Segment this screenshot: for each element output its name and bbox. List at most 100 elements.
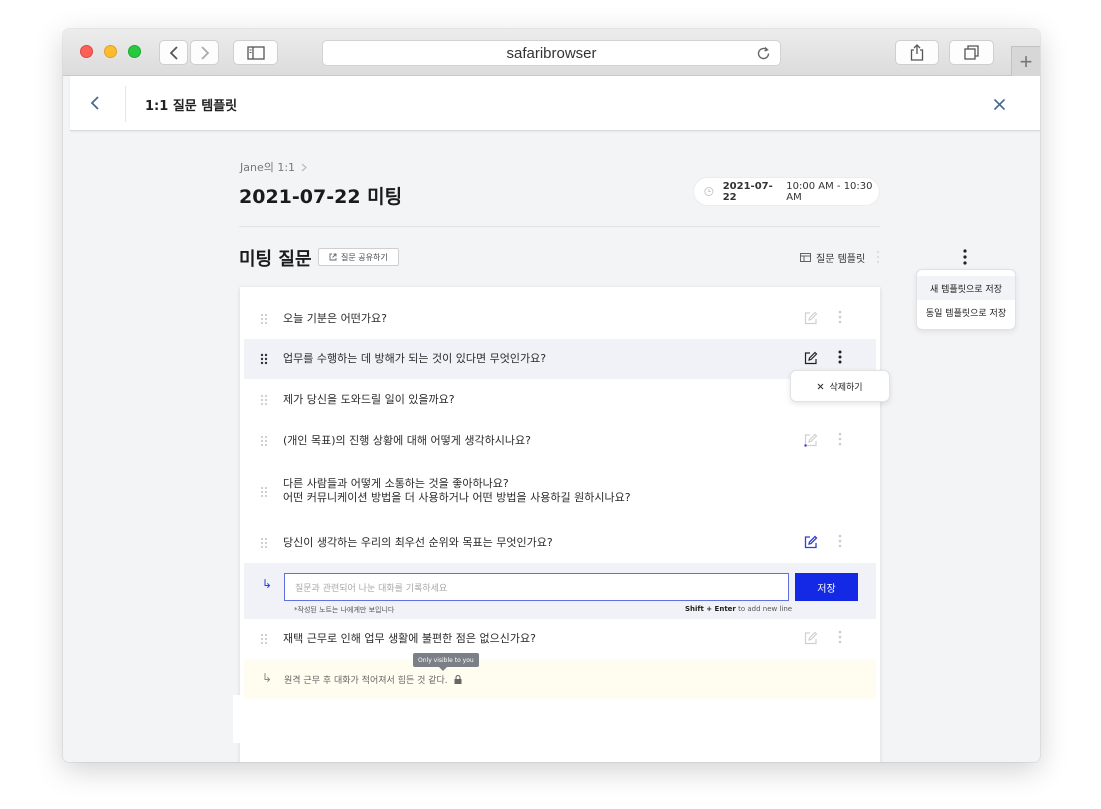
template-menu-more-button[interactable] xyxy=(963,248,967,270)
delete-question-label: 삭제하기 xyxy=(829,380,862,393)
save-to-same-template-item[interactable]: 동일 템플릿으로 저장 xyxy=(917,300,1015,324)
meeting-time-pill[interactable]: 2021-07-22 10:00 AM - 10:30 AM xyxy=(693,177,880,206)
template-icon xyxy=(800,253,811,262)
edit-icon xyxy=(804,535,818,549)
private-note-content: 원격 근무 후 대화가 적어져서 힘든 것 같다. xyxy=(284,673,462,686)
external-link-icon xyxy=(329,253,337,261)
delete-question-menu[interactable]: 삭제하기 xyxy=(790,370,890,402)
forward-button[interactable] xyxy=(190,40,219,65)
edit-note-button[interactable] xyxy=(804,432,818,451)
drag-handle[interactable] xyxy=(260,432,268,451)
back-button[interactable] xyxy=(159,40,188,65)
edit-icon xyxy=(804,351,818,365)
reply-arrow-icon: ↳ xyxy=(262,671,272,685)
question-more-button[interactable] xyxy=(838,431,842,451)
breadcrumb-label: Jane의 1:1 xyxy=(240,159,295,175)
question-text: 당신이 생각하는 우리의 최우선 순위와 목표는 무엇인가요? xyxy=(283,536,553,550)
edit-note-button[interactable] xyxy=(804,630,818,649)
sidebar-icon xyxy=(247,46,265,60)
question-more-button[interactable] xyxy=(838,349,842,369)
url-text: safaribrowser xyxy=(506,45,596,62)
question-text: 다른 사람들과 어떻게 소통하는 것을 좋아하나요? xyxy=(283,477,631,491)
header-divider xyxy=(125,86,126,122)
more-vertical-icon xyxy=(838,533,842,549)
meeting-date: 2021-07-22 xyxy=(723,181,780,203)
zoom-window-button[interactable] xyxy=(128,45,141,58)
question-text: 업무를 수행하는 데 방해가 되는 것이 있다면 무엇인가요? xyxy=(283,352,546,366)
drag-handle[interactable] xyxy=(260,534,268,553)
visibility-tooltip: Only visible to you xyxy=(413,653,479,667)
reload-button[interactable] xyxy=(756,46,771,65)
question-row[interactable]: 다른 사람들과 어떻게 소통하는 것을 좋아하나요? 어떤 커뮤니케이션 방법을… xyxy=(244,472,876,512)
back-chevron-icon xyxy=(169,45,179,61)
question-more-button[interactable] xyxy=(838,533,842,553)
plus-icon: + xyxy=(1020,49,1033,75)
forward-chevron-icon xyxy=(200,45,210,61)
edit-icon xyxy=(804,631,818,645)
question-more-button[interactable] xyxy=(838,629,842,649)
drag-handle[interactable] xyxy=(260,391,268,410)
share-icon xyxy=(910,44,924,61)
section-divider xyxy=(239,226,880,227)
shortcut-key: Shift + Enter xyxy=(685,605,736,613)
drag-handle-icon xyxy=(260,353,268,365)
close-button[interactable] xyxy=(993,96,1006,115)
sidebar-button[interactable] xyxy=(233,40,278,65)
tabs-button[interactable] xyxy=(949,40,994,65)
private-note[interactable]: ↳ 원격 근무 후 대화가 적어져서 힘든 것 같다. xyxy=(244,659,876,699)
question-template-button[interactable]: 질문 템플릿 xyxy=(800,250,865,265)
more-vertical-icon xyxy=(838,629,842,645)
more-vertical-icon xyxy=(838,349,842,365)
edit-note-button-active[interactable] xyxy=(804,534,818,553)
questions-section-title: 미팅 질문 xyxy=(239,245,312,271)
back-nav-button[interactable] xyxy=(90,95,100,115)
question-text: 오늘 기분은 어떤가요? xyxy=(283,312,387,326)
tabs-icon xyxy=(964,45,979,60)
drag-handle[interactable] xyxy=(260,350,268,369)
section-more-button[interactable] xyxy=(876,249,880,269)
save-note-button[interactable]: 저장 xyxy=(795,573,858,601)
question-text-second-line: 어떤 커뮤니케이션 방법을 더 사용하거나 어떤 방법을 사용하길 원하시나요? xyxy=(283,491,631,505)
edit-note-button[interactable] xyxy=(804,350,818,369)
close-icon xyxy=(993,98,1006,111)
share-button[interactable] xyxy=(895,40,939,65)
question-more-button[interactable] xyxy=(838,309,842,329)
browser-window: safaribrowser + 1:1 질문 템플릿 Jane의 1:1 202… xyxy=(63,29,1040,762)
drag-handle-icon xyxy=(260,537,268,549)
question-row[interactable]: 오늘 기분은 어떤가요? xyxy=(244,301,876,337)
new-tab-button[interactable]: + xyxy=(1011,46,1040,76)
question-text: 재택 근무로 인해 업무 생활에 불편한 점은 없으신가요? xyxy=(283,632,536,646)
close-window-button[interactable] xyxy=(80,45,93,58)
more-vertical-icon xyxy=(838,431,842,447)
share-questions-button[interactable]: 질문 공유하기 xyxy=(318,248,399,266)
save-as-new-template-item[interactable]: 새 템플릿으로 저장 xyxy=(917,276,1015,300)
question-text: (개인 목표)의 진행 상황에 대해 어떻게 생각하시나요? xyxy=(283,434,531,448)
edit-note-button[interactable] xyxy=(804,310,818,329)
minimize-window-button[interactable] xyxy=(104,45,117,58)
drag-handle-icon xyxy=(260,486,268,498)
question-row[interactable]: 당신이 생각하는 우리의 최우선 순위와 목표는 무엇인가요? xyxy=(244,525,876,561)
drag-handle[interactable] xyxy=(260,630,268,649)
edit-icon xyxy=(804,433,818,447)
question-row[interactable]: 재택 근무로 인해 업무 생활에 불편한 점은 없으신가요? xyxy=(244,621,876,657)
address-bar[interactable]: safaribrowser xyxy=(322,40,781,66)
new-line-hint-text: to add new line xyxy=(736,605,792,613)
drag-handle[interactable] xyxy=(260,310,268,329)
question-row[interactable]: (개인 목표)의 진행 상황에 대해 어떻게 생각하시나요? xyxy=(244,423,876,459)
blank-strip xyxy=(233,695,241,743)
question-row-hovered[interactable]: 업무를 수행하는 데 방해가 되는 것이 있다면 무엇인가요? xyxy=(244,339,876,379)
drag-handle-icon xyxy=(260,633,268,645)
template-save-menu: 새 템플릿으로 저장 동일 템플릿으로 저장 xyxy=(916,269,1016,330)
meeting-time: 10:00 AM - 10:30 AM xyxy=(786,181,879,203)
note-input[interactable]: 질문과 관련되어 나눈 대화를 기록하세요 xyxy=(284,573,789,601)
more-vertical-icon xyxy=(963,248,967,266)
note-editor: ↳ 질문과 관련되어 나눈 대화를 기록하세요 저장 *작성된 노트는 나에게만… xyxy=(244,563,876,619)
question-text: 제가 당신을 도와드릴 일이 있을까요? xyxy=(283,393,455,407)
breadcrumb[interactable]: Jane의 1:1 xyxy=(240,159,307,175)
lock-icon xyxy=(454,675,462,684)
more-vertical-icon xyxy=(876,249,880,265)
question-template-label: 질문 템플릿 xyxy=(816,250,865,265)
drag-handle[interactable] xyxy=(260,483,268,502)
reload-icon xyxy=(756,46,771,61)
question-row[interactable]: 제가 당신을 도와드릴 일이 있을까요? xyxy=(244,382,876,418)
